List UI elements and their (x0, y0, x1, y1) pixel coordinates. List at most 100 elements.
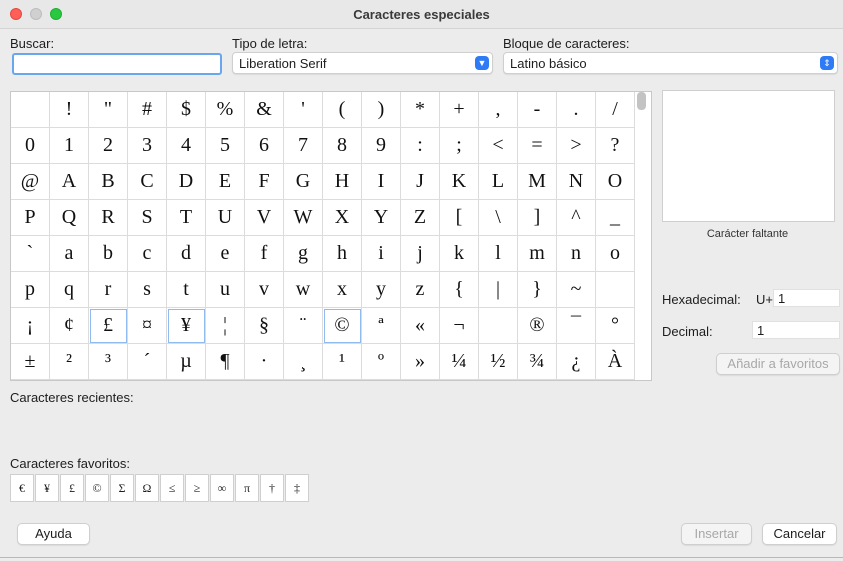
char-cell[interactable]: 8 (323, 128, 362, 164)
favorite-char-button[interactable]: ∞ (210, 474, 234, 502)
favorite-char-button[interactable]: € (10, 474, 34, 502)
char-cell[interactable]: 0 (11, 128, 50, 164)
char-cell[interactable]: 1 (50, 128, 89, 164)
char-cell[interactable]: - (518, 92, 557, 128)
char-cell[interactable]: ¦ (206, 308, 245, 344)
char-cell[interactable]: u (206, 272, 245, 308)
char-cell[interactable]: ( (323, 92, 362, 128)
char-cell[interactable]: H (323, 164, 362, 200)
char-cell[interactable]: ¼ (440, 344, 479, 380)
char-cell[interactable] (479, 308, 518, 344)
char-cell[interactable]: ¤ (128, 308, 167, 344)
char-cell[interactable] (11, 92, 50, 128)
favorite-char-button[interactable]: † (260, 474, 284, 502)
char-cell[interactable]: _ (596, 200, 635, 236)
char-cell[interactable]: k (440, 236, 479, 272)
add-favorite-button[interactable]: Añadir a favoritos (716, 353, 840, 375)
char-cell[interactable]: 5 (206, 128, 245, 164)
char-cell[interactable]: E (206, 164, 245, 200)
char-cell[interactable]: ² (50, 344, 89, 380)
char-cell[interactable]: J (401, 164, 440, 200)
char-cell[interactable]: w (284, 272, 323, 308)
char-cell[interactable]: * (401, 92, 440, 128)
char-cell[interactable]: ^ (557, 200, 596, 236)
favorite-char-button[interactable]: Ω (135, 474, 159, 502)
char-cell[interactable]: + (440, 92, 479, 128)
char-cell[interactable]: @ (11, 164, 50, 200)
char-cell[interactable]: m (518, 236, 557, 272)
char-cell[interactable]: À (596, 344, 635, 380)
char-cell[interactable]: X (323, 200, 362, 236)
char-cell[interactable]: ª (362, 308, 401, 344)
char-cell[interactable]: h (323, 236, 362, 272)
char-cell[interactable]: , (479, 92, 518, 128)
char-cell[interactable]: : (401, 128, 440, 164)
char-cell[interactable]: B (89, 164, 128, 200)
char-cell[interactable]: ´ (128, 344, 167, 380)
char-cell[interactable]: ¬ (440, 308, 479, 344)
char-cell[interactable]: [ (440, 200, 479, 236)
char-cell[interactable]: ; (440, 128, 479, 164)
char-cell[interactable]: ] (518, 200, 557, 236)
char-cell[interactable]: ¶ (206, 344, 245, 380)
char-cell[interactable]: ` (11, 236, 50, 272)
font-select[interactable]: Liberation Serif ▼ (232, 52, 493, 74)
char-cell[interactable]: C (128, 164, 167, 200)
char-cell[interactable]: p (11, 272, 50, 308)
char-cell[interactable]: I (362, 164, 401, 200)
char-cell[interactable]: ¨ (284, 308, 323, 344)
favorite-char-button[interactable]: © (85, 474, 109, 502)
char-cell[interactable]: ! (50, 92, 89, 128)
char-cell[interactable]: F (245, 164, 284, 200)
char-cell[interactable]: } (518, 272, 557, 308)
char-cell[interactable]: ¯ (557, 308, 596, 344)
char-cell[interactable]: ) (362, 92, 401, 128)
char-cell[interactable]: r (89, 272, 128, 308)
char-cell[interactable]: N (557, 164, 596, 200)
char-cell[interactable]: ¢ (50, 308, 89, 344)
block-select[interactable]: Latino básico ⇕ (503, 52, 838, 74)
char-cell[interactable]: © (323, 308, 362, 344)
char-cell[interactable]: Y (362, 200, 401, 236)
hex-input[interactable]: 1 (773, 289, 840, 307)
char-cell[interactable]: \ (479, 200, 518, 236)
char-cell[interactable]: g (284, 236, 323, 272)
char-cell[interactable]: « (401, 308, 440, 344)
char-cell[interactable]: j (401, 236, 440, 272)
char-cell[interactable]: K (440, 164, 479, 200)
char-cell[interactable]: 6 (245, 128, 284, 164)
char-cell[interactable]: L (479, 164, 518, 200)
search-input[interactable] (12, 53, 222, 75)
char-cell[interactable]: y (362, 272, 401, 308)
char-cell[interactable]: º (362, 344, 401, 380)
favorite-char-button[interactable]: π (235, 474, 259, 502)
char-cell[interactable]: R (89, 200, 128, 236)
char-cell[interactable]: » (401, 344, 440, 380)
char-cell[interactable]: W (284, 200, 323, 236)
char-cell[interactable]: A (50, 164, 89, 200)
char-cell[interactable]: 4 (167, 128, 206, 164)
char-cell[interactable]: 7 (284, 128, 323, 164)
char-cell[interactable]: v (245, 272, 284, 308)
char-cell[interactable]: 3 (128, 128, 167, 164)
char-cell[interactable]: # (128, 92, 167, 128)
char-cell[interactable]: ® (518, 308, 557, 344)
char-cell[interactable]: O (596, 164, 635, 200)
char-cell[interactable]: / (596, 92, 635, 128)
favorite-char-button[interactable]: ≤ (160, 474, 184, 502)
char-cell[interactable]: ¸ (284, 344, 323, 380)
char-cell[interactable]: $ (167, 92, 206, 128)
char-cell[interactable]: ' (284, 92, 323, 128)
char-cell[interactable]: e (206, 236, 245, 272)
char-cell[interactable]: T (167, 200, 206, 236)
char-cell[interactable]: a (50, 236, 89, 272)
favorite-char-button[interactable]: ¥ (35, 474, 59, 502)
char-cell[interactable]: ± (11, 344, 50, 380)
char-cell[interactable]: . (557, 92, 596, 128)
favorite-char-button[interactable]: £ (60, 474, 84, 502)
grid-scrollbar[interactable] (637, 92, 646, 110)
char-cell[interactable]: c (128, 236, 167, 272)
char-cell[interactable]: % (206, 92, 245, 128)
char-cell[interactable]: ³ (89, 344, 128, 380)
help-button[interactable]: Ayuda (17, 523, 90, 545)
